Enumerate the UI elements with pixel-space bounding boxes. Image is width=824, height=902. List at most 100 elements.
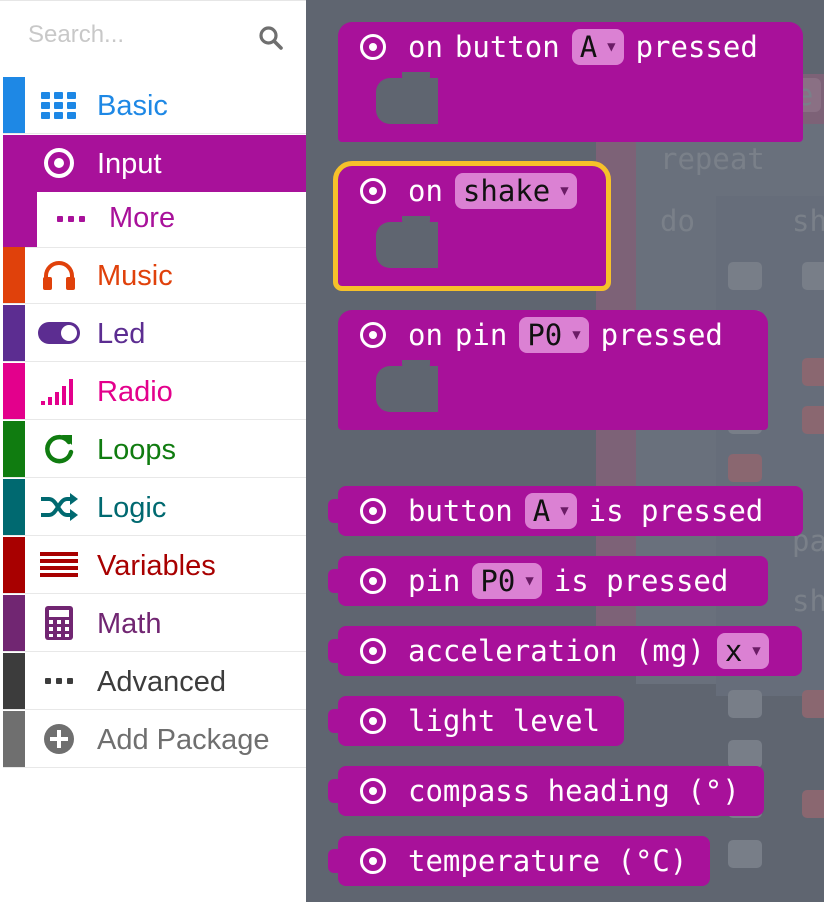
bg-led-cell — [728, 690, 762, 718]
block-text: is pressed — [553, 564, 729, 598]
temperature-block[interactable]: temperature (°C) — [328, 836, 710, 886]
bg-led-cell — [802, 690, 824, 718]
category-label: Radio — [97, 376, 173, 408]
bg-led-cell — [802, 358, 824, 386]
pin-dropdown[interactable]: P0 ▼ — [519, 317, 589, 353]
category-label: More — [109, 202, 176, 234]
dropdown-value: A — [532, 494, 551, 528]
category-color-bar — [3, 537, 25, 593]
category-label: Led — [97, 318, 146, 350]
category-color-bar — [3, 363, 25, 419]
on-button-pressed-block[interactable]: on button A ▼ pressed — [338, 22, 803, 142]
block-text: on — [408, 174, 443, 208]
button-dropdown[interactable]: A ▼ — [524, 493, 577, 529]
block-header: on pin P0 ▼ pressed — [338, 310, 723, 360]
dropdown-arrow-icon: ▼ — [525, 573, 534, 589]
bg-led-cell — [728, 740, 762, 768]
toolbox-sidebar: Basic Input More Music — [0, 0, 306, 902]
category-music[interactable]: Music — [3, 247, 306, 304]
category-color-bar — [3, 711, 25, 767]
bg-do-label: do — [660, 204, 695, 238]
dropdown-value: P0 — [480, 564, 516, 598]
axis-dropdown[interactable]: x ▼ — [716, 633, 769, 669]
list-lines-icon — [37, 550, 81, 580]
block-header: temperature (°C) — [338, 836, 687, 886]
category-loops[interactable]: Loops — [3, 421, 306, 478]
block-text: pin — [454, 318, 508, 352]
category-color-bar — [3, 305, 25, 361]
category-basic[interactable]: Basic — [3, 77, 306, 134]
category-math[interactable]: Math — [3, 595, 306, 652]
block-text: on — [408, 30, 443, 64]
input-target-icon — [360, 322, 386, 348]
category-led[interactable]: Led — [3, 305, 306, 362]
search-icon[interactable] — [258, 25, 284, 51]
blocks-workspace[interactable]: ◎ on shake repeat do sh pa sh on button — [306, 0, 824, 902]
dots-icon — [49, 204, 93, 234]
block-text: button — [454, 30, 560, 64]
block-statement-slot — [376, 222, 438, 268]
input-target-icon — [360, 568, 386, 594]
category-color-bar — [3, 135, 25, 191]
bg-led-cell — [802, 262, 824, 290]
block-text: acceleration (mg) — [408, 634, 705, 668]
compass-heading-block[interactable]: compass heading (°) — [328, 766, 764, 816]
input-target-icon — [360, 638, 386, 664]
dropdown-arrow-icon: ▼ — [560, 503, 569, 519]
category-color-bar — [3, 595, 25, 651]
category-label: Music — [97, 260, 173, 292]
category-logic[interactable]: Logic — [3, 479, 306, 536]
category-label: Math — [97, 608, 162, 640]
search-input[interactable] — [28, 18, 248, 52]
pin-is-pressed-block[interactable]: pin P0 ▼ is pressed — [328, 556, 768, 606]
category-input[interactable]: Input — [3, 135, 306, 192]
category-add-package[interactable]: Add Package — [3, 711, 306, 768]
search-box — [0, 1, 306, 71]
button-is-pressed-block[interactable]: button A ▼ is pressed — [328, 486, 803, 536]
dropdown-value: P0 — [527, 318, 563, 352]
input-target-icon — [360, 848, 386, 874]
block-text: is pressed — [588, 494, 764, 528]
dropdown-value: x — [724, 634, 743, 668]
on-gesture-block[interactable]: on shake ▼ — [333, 161, 611, 291]
category-advanced[interactable]: Advanced — [3, 653, 306, 710]
category-variables[interactable]: Variables — [3, 537, 306, 594]
input-target-icon — [360, 498, 386, 524]
block-notch — [402, 216, 430, 226]
gesture-dropdown[interactable]: shake ▼ — [454, 173, 577, 209]
category-color-bar — [3, 653, 25, 709]
headphones-icon — [37, 260, 81, 290]
input-target-icon — [360, 178, 386, 204]
bg-partial-text: sh — [792, 584, 824, 618]
category-label: Variables — [97, 550, 216, 582]
category-color-bar — [3, 77, 25, 133]
category-radio[interactable]: Radio — [3, 363, 306, 420]
pin-dropdown[interactable]: P0 ▼ — [472, 563, 542, 599]
category-label: Input — [97, 148, 162, 180]
button-dropdown[interactable]: A ▼ — [571, 29, 624, 65]
category-color-bar — [3, 421, 25, 477]
block-statement-slot — [376, 366, 438, 412]
light-level-block[interactable]: light level — [328, 696, 624, 746]
block-notch — [402, 72, 430, 82]
category-label: Add Package — [97, 724, 270, 756]
category-label: Basic — [97, 90, 168, 122]
block-header: light level — [338, 696, 600, 746]
block-text: on — [408, 318, 443, 352]
block-text: button — [408, 494, 513, 528]
on-pin-pressed-block[interactable]: on pin P0 ▼ pressed — [338, 310, 768, 430]
bg-led-cell — [802, 790, 824, 818]
dropdown-arrow-icon: ▼ — [572, 327, 581, 343]
dropdown-arrow-icon: ▼ — [752, 643, 761, 659]
block-text: light level — [408, 704, 601, 738]
bg-led-cell — [802, 406, 824, 434]
bg-led-cell — [728, 840, 762, 868]
category-input-more[interactable]: More — [3, 191, 306, 248]
block-header: button A ▼ is pressed — [338, 486, 763, 536]
category-label: Logic — [97, 492, 167, 524]
category-label: Loops — [97, 434, 177, 466]
block-text: compass heading (°) — [408, 774, 740, 808]
block-header: pin P0 ▼ is pressed — [338, 556, 728, 606]
acceleration-block[interactable]: acceleration (mg) x ▼ — [328, 626, 802, 676]
block-text: temperature (°C) — [408, 844, 688, 878]
